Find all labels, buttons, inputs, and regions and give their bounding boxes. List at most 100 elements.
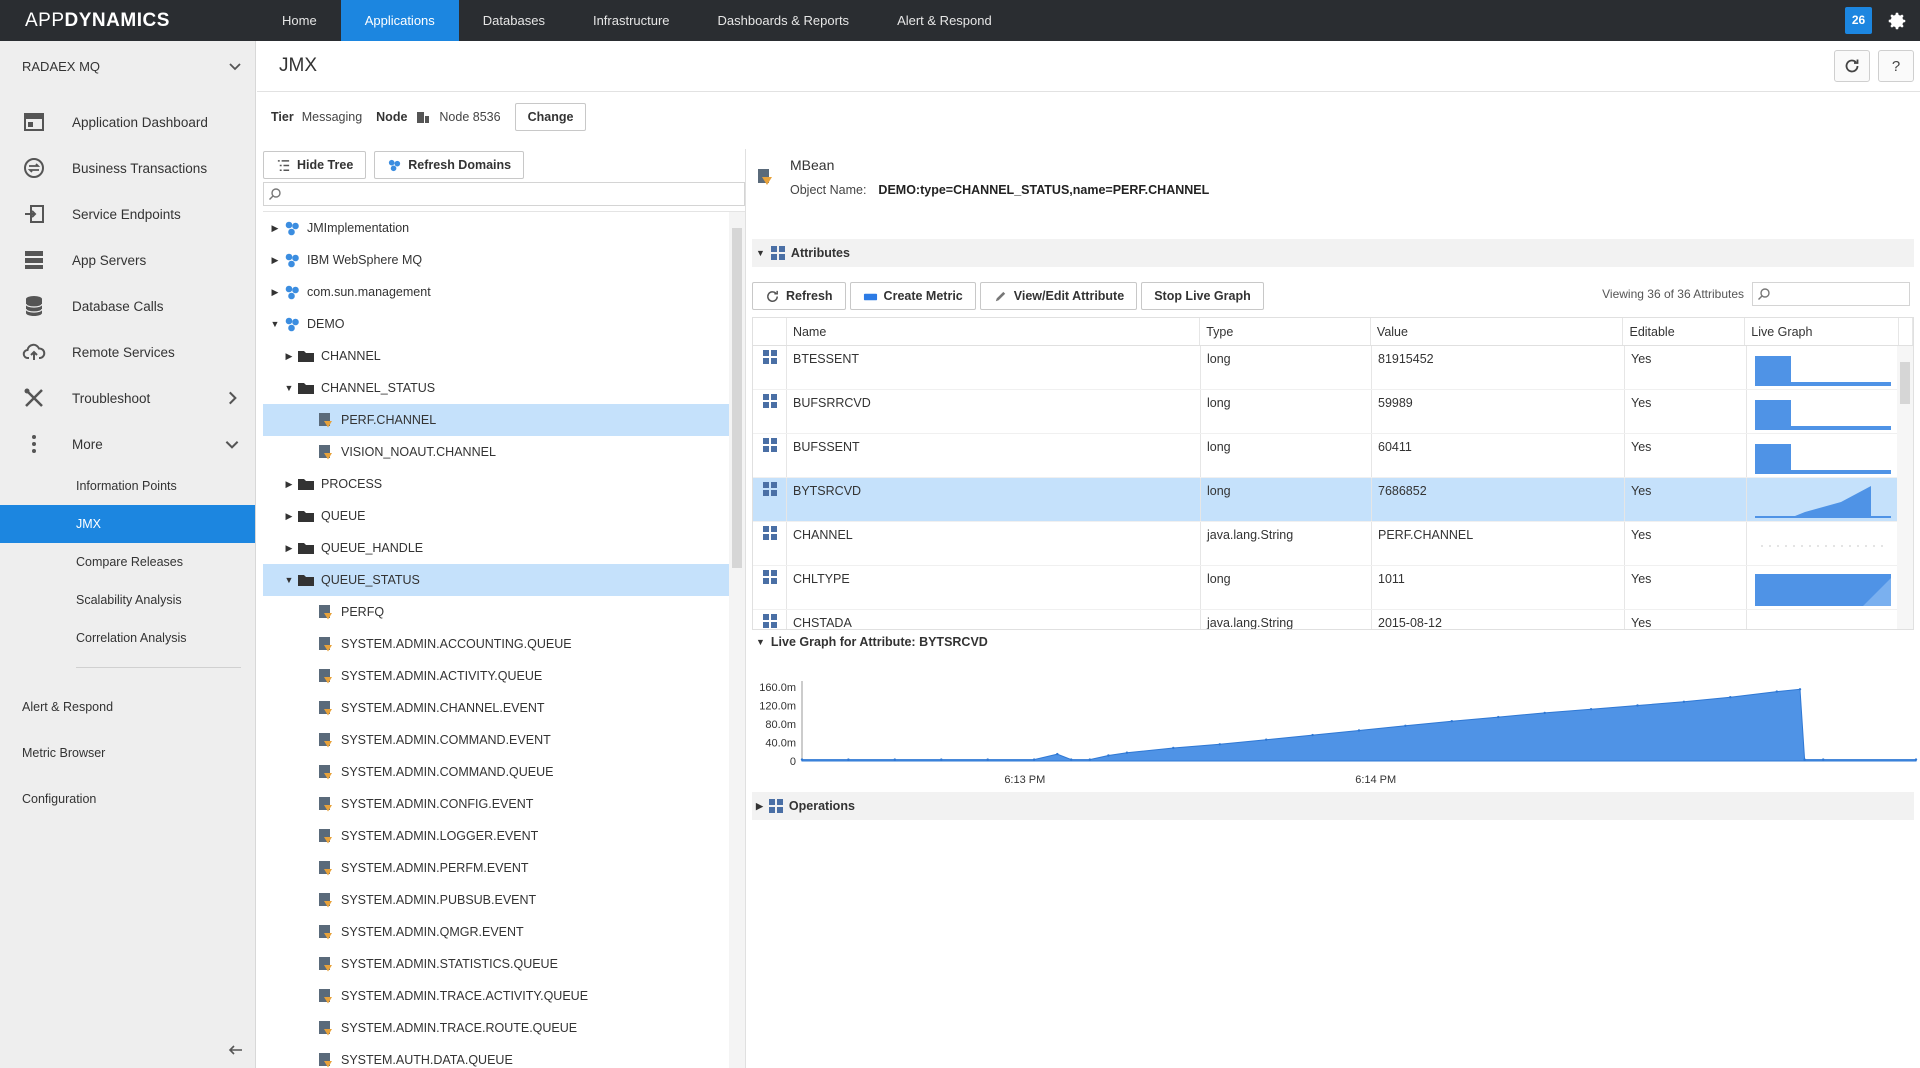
hide-tree-button[interactable]: Hide Tree xyxy=(263,151,367,179)
appdynamics-logo[interactable]: APPDYNAMICS xyxy=(0,10,258,32)
sidebar-item-database-calls[interactable]: Database Calls xyxy=(0,283,255,329)
tree-node[interactable]: PERFQ xyxy=(263,596,745,628)
tree-node[interactable]: ▼ QUEUE_STATUS xyxy=(263,564,745,596)
collapse-arrow-icon[interactable]: ▼ xyxy=(283,574,295,586)
column-header-editable[interactable]: Editable xyxy=(1623,318,1746,345)
expand-arrow-icon[interactable]: ▶ xyxy=(283,478,295,490)
attribute-live-graph[interactable] xyxy=(1747,346,1901,389)
tree-node[interactable]: SYSTEM.ADMIN.ACTIVITY.QUEUE xyxy=(263,660,745,692)
collapse-sidebar-icon[interactable] xyxy=(226,1040,246,1060)
tree-node[interactable]: ▶ CHANNEL xyxy=(263,340,745,372)
sidebar-item-application-dashboard[interactable]: Application Dashboard xyxy=(0,99,255,145)
table-row[interactable]: BTESSENT long 81915452 Yes xyxy=(753,346,1913,390)
sidebar-sub-correlation-analysis[interactable]: Correlation Analysis xyxy=(0,619,255,657)
attribute-live-graph[interactable] xyxy=(1747,610,1901,629)
notification-badge[interactable]: 26 xyxy=(1845,7,1872,34)
sidebar-sub-jmx[interactable]: JMX xyxy=(0,505,255,543)
expand-arrow-icon[interactable]: ▶ xyxy=(283,510,295,522)
tree-node[interactable]: SYSTEM.ADMIN.TRACE.ROUTE.QUEUE xyxy=(263,1012,745,1044)
table-scrollbar[interactable] xyxy=(1897,346,1913,629)
help-button[interactable]: ? xyxy=(1878,50,1914,82)
column-header-name[interactable]: Name xyxy=(787,318,1201,345)
nav-applications[interactable]: Applications xyxy=(340,0,459,41)
column-header-live-graph[interactable]: Live Graph xyxy=(1745,318,1900,345)
table-row[interactable]: BUFSSENT long 60411 Yes xyxy=(753,434,1913,478)
expand-arrow-icon[interactable]: ▶ xyxy=(283,350,295,362)
expand-arrow-icon[interactable]: ▶ xyxy=(283,542,295,554)
expand-arrow-icon[interactable]: ▶ xyxy=(269,222,281,234)
tree-node[interactable]: SYSTEM.ADMIN.COMMAND.QUEUE xyxy=(263,756,745,788)
table-row[interactable]: CHLTYPE long 1011 Yes xyxy=(753,566,1913,610)
tree-node[interactable]: PERF.CHANNEL xyxy=(263,404,745,436)
tree-node[interactable]: ▶ com.sun.management xyxy=(263,276,745,308)
attributes-section-header[interactable]: ▼ Attributes xyxy=(752,239,1914,267)
sidebar-item-remote-services[interactable]: Remote Services xyxy=(0,329,255,375)
change-node-button[interactable]: Change xyxy=(514,103,587,131)
tree-node[interactable]: SYSTEM.ADMIN.QMGR.EVENT xyxy=(263,916,745,948)
tree-node[interactable]: SYSTEM.ADMIN.TRACE.ACTIVITY.QUEUE xyxy=(263,980,745,1012)
table-row[interactable]: CHSTADA java.lang.String 2015-08-12 Yes xyxy=(753,610,1913,629)
tree-node[interactable]: ▶ QUEUE_HANDLE xyxy=(263,532,745,564)
live-graph-title[interactable]: ▼ Live Graph for Attribute: BYTSRCVD xyxy=(756,635,988,649)
view-edit-attribute-button[interactable]: View/Edit Attribute xyxy=(979,282,1138,310)
tree-node[interactable]: SYSTEM.ADMIN.PERFM.EVENT xyxy=(263,852,745,884)
sidebar-item-service-endpoints[interactable]: Service Endpoints xyxy=(0,191,255,237)
tree-scrollbar-thumb[interactable] xyxy=(732,228,742,568)
tree-node[interactable]: VISION_NOAUT.CHANNEL xyxy=(263,436,745,468)
refresh-page-button[interactable] xyxy=(1834,50,1870,82)
nav-infrastructure[interactable]: Infrastructure xyxy=(569,0,694,41)
attribute-live-graph[interactable] xyxy=(1747,434,1901,477)
sidebar-sub-scalability-analysis[interactable]: Scalability Analysis xyxy=(0,581,255,619)
sidebar-item-troubleshoot[interactable]: Troubleshoot xyxy=(0,375,255,421)
operations-section-header[interactable]: ▶ Operations xyxy=(752,792,1914,820)
tree-node[interactable]: ▶ IBM WebSphere MQ xyxy=(263,244,745,276)
attribute-live-graph[interactable] xyxy=(1747,478,1901,521)
table-row[interactable]: BUFSRRCVD long 59989 Yes xyxy=(753,390,1913,434)
tree-node[interactable]: SYSTEM.ADMIN.PUBSUB.EVENT xyxy=(263,884,745,916)
stop-live-graph-button[interactable]: Stop Live Graph xyxy=(1141,282,1264,310)
column-header-value[interactable]: Value xyxy=(1371,318,1624,345)
refresh-attributes-button[interactable]: Refresh xyxy=(752,282,846,310)
nav-alert-respond[interactable]: Alert & Respond xyxy=(873,0,1016,41)
attribute-search-input[interactable] xyxy=(1752,282,1910,306)
nav-home[interactable]: Home xyxy=(258,0,341,41)
sidebar-item-more[interactable]: More xyxy=(0,421,255,467)
table-row[interactable]: BYTSRCVD long 7686852 Yes xyxy=(753,478,1913,522)
application-selector[interactable]: RADAEX MQ xyxy=(0,41,255,91)
tree-node[interactable]: ▼ CHANNEL_STATUS xyxy=(263,372,745,404)
sidebar-sub-information-points[interactable]: Information Points xyxy=(0,467,255,505)
table-row[interactable]: CHANNEL java.lang.String PERF.CHANNEL Yes xyxy=(753,522,1913,566)
tree-node[interactable]: ▼ DEMO xyxy=(263,308,745,340)
tree-node[interactable]: ▶ PROCESS xyxy=(263,468,745,500)
tree-scrollbar[interactable] xyxy=(729,212,745,1068)
tree-node[interactable]: SYSTEM.AUTH.DATA.QUEUE xyxy=(263,1044,745,1068)
sidebar-item-configuration[interactable]: Configuration xyxy=(0,776,255,822)
gear-icon[interactable] xyxy=(1886,10,1908,32)
tree-search-input[interactable] xyxy=(263,182,745,206)
sidebar-item-app-servers[interactable]: App Servers xyxy=(0,237,255,283)
tree-node[interactable]: SYSTEM.ADMIN.STATISTICS.QUEUE xyxy=(263,948,745,980)
attribute-live-graph[interactable] xyxy=(1747,522,1901,565)
nav-dashboards-reports[interactable]: Dashboards & Reports xyxy=(694,0,874,41)
sidebar-sub-compare-releases[interactable]: Compare Releases xyxy=(0,543,255,581)
tree-node[interactable]: ▶ QUEUE xyxy=(263,500,745,532)
attribute-live-graph[interactable] xyxy=(1747,390,1901,433)
create-metric-button[interactable]: Create Metric xyxy=(849,282,976,310)
sidebar-item-alert-respond[interactable]: Alert & Respond xyxy=(0,684,255,730)
attribute-live-graph[interactable] xyxy=(1747,566,1901,609)
expand-arrow-icon[interactable]: ▶ xyxy=(269,286,281,298)
nav-databases[interactable]: Databases xyxy=(459,0,569,41)
tree-node[interactable]: SYSTEM.ADMIN.CHANNEL.EVENT xyxy=(263,692,745,724)
table-scrollbar-thumb[interactable] xyxy=(1900,362,1910,404)
tree-node[interactable]: SYSTEM.ADMIN.ACCOUNTING.QUEUE xyxy=(263,628,745,660)
collapse-arrow-icon[interactable]: ▼ xyxy=(269,318,281,330)
collapse-arrow-icon[interactable]: ▼ xyxy=(283,382,295,394)
refresh-domains-button[interactable]: Refresh Domains xyxy=(374,151,525,179)
tree-node[interactable]: SYSTEM.ADMIN.COMMAND.EVENT xyxy=(263,724,745,756)
column-header-type[interactable]: Type xyxy=(1200,318,1371,345)
sidebar-item-business-transactions[interactable]: Business Transactions xyxy=(0,145,255,191)
tree-node[interactable]: SYSTEM.ADMIN.CONFIG.EVENT xyxy=(263,788,745,820)
tree-node[interactable]: ▶ JMImplementation xyxy=(263,212,745,244)
sidebar-item-metric-browser[interactable]: Metric Browser xyxy=(0,730,255,776)
tree-node[interactable]: SYSTEM.ADMIN.LOGGER.EVENT xyxy=(263,820,745,852)
